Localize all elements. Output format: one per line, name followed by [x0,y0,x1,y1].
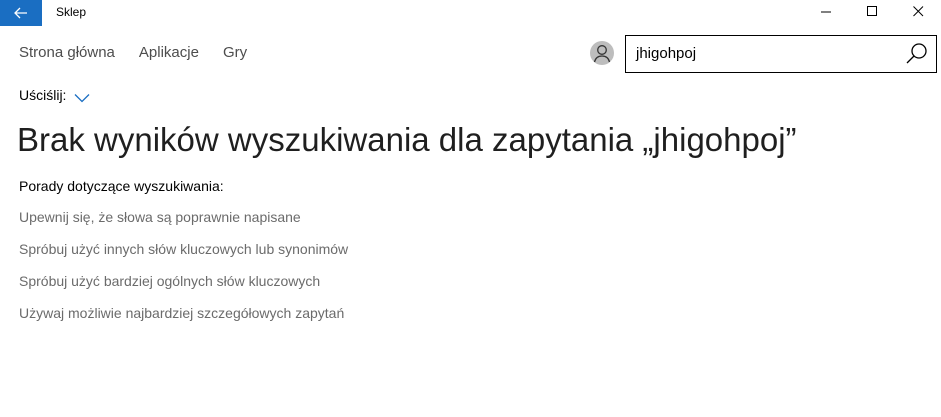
nav-item-home[interactable]: Strona główna [19,44,115,61]
app-title: Sklep [56,5,87,19]
nav-item-games[interactable]: Gry [223,44,247,61]
minimize-icon [820,4,832,22]
search-icon[interactable] [904,41,930,67]
search-input[interactable]: jhigohpoj [625,35,937,73]
chevron-down-icon [74,90,90,103]
search-tip: Upewnij się, że słowa są poprawnie napis… [19,209,301,225]
search-input-value: jhigohpoj [636,45,697,62]
close-icon [912,4,924,22]
search-tip: Spróbuj użyć innych słów kluczowych lub … [19,241,349,257]
maximize-button[interactable] [849,0,895,26]
no-results-heading: Brak wyników wyszukiwania dla zapytania … [17,121,797,158]
main-nav: Strona główna Aplikacje Gry [19,44,247,61]
title-bar: Sklep [0,0,941,26]
search-tip: Spróbuj użyć bardziej ogólnych słów kluc… [19,273,321,289]
minimize-button[interactable] [803,0,849,26]
maximize-icon [866,4,878,22]
back-arrow-icon [14,7,28,19]
refine-label: Uściślij: [19,87,67,103]
back-button[interactable] [0,0,42,26]
search-tip: Używaj możliwie najbardziej szczegółowyc… [19,305,345,321]
search-tips-title: Porady dotyczące wyszukiwania: [19,178,224,194]
nav-item-apps[interactable]: Aplikacje [139,44,199,61]
store-window: Sklep Strona główna Aplikacje Gry jhigoh… [0,0,941,417]
refine-dropdown[interactable]: Uściślij: [19,87,90,103]
close-button[interactable] [895,0,941,26]
user-avatar-icon[interactable] [590,41,614,65]
